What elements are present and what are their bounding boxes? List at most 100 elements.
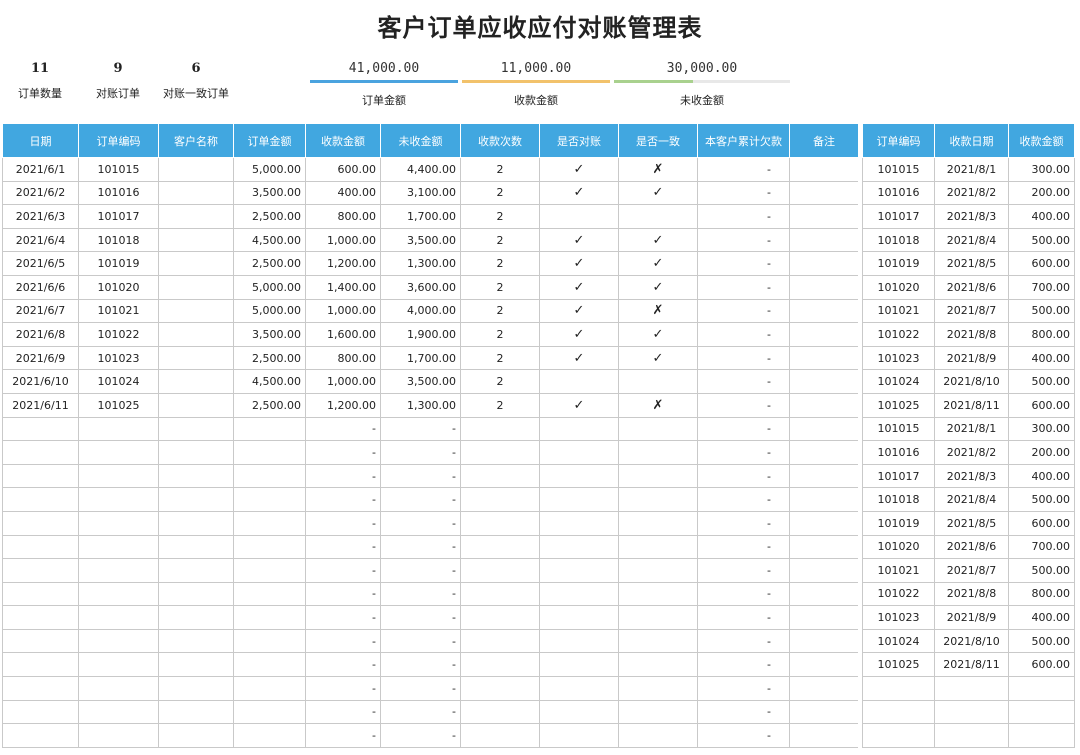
- cell-reconciled[interactable]: [539, 487, 619, 512]
- cell-remark[interactable]: [789, 369, 859, 394]
- cell-order-code[interactable]: 101024: [862, 628, 935, 654]
- cell-payment-amount[interactable]: 400.00: [1008, 204, 1075, 229]
- cell-date[interactable]: [2, 510, 79, 536]
- cell-reconciled[interactable]: ✓: [539, 227, 619, 253]
- cell-payment-count[interactable]: 2: [460, 157, 540, 182]
- cell-payment-amount[interactable]: 300.00: [1008, 416, 1075, 442]
- cell-remark[interactable]: [789, 298, 859, 324]
- cell-received[interactable]: -: [305, 652, 381, 678]
- cell-order-code[interactable]: [78, 723, 159, 748]
- cell-order-amount[interactable]: [233, 558, 306, 583]
- cell-reconciled[interactable]: [539, 628, 619, 654]
- cell-remark[interactable]: [789, 392, 859, 418]
- cell-cumulative-debt[interactable]: -: [697, 510, 790, 536]
- cell-unreceived[interactable]: -: [380, 723, 461, 748]
- cell-cumulative-debt[interactable]: -: [697, 345, 790, 371]
- cell-remark[interactable]: [789, 227, 859, 253]
- cell-consistent[interactable]: [618, 534, 698, 560]
- cell-order-amount[interactable]: [233, 487, 306, 512]
- cell-customer[interactable]: [158, 298, 234, 324]
- cell-cumulative-debt[interactable]: -: [697, 157, 790, 182]
- cell-date[interactable]: 2021/6/5: [2, 251, 79, 276]
- cell-payment-date[interactable]: 2021/8/1: [934, 416, 1009, 442]
- cell-payment-amount[interactable]: 500.00: [1008, 369, 1075, 394]
- cell-customer[interactable]: [158, 251, 234, 276]
- cell-reconciled[interactable]: ✓: [539, 251, 619, 276]
- cell-payment-count[interactable]: [460, 463, 540, 489]
- cell-received[interactable]: 1,200.00: [305, 251, 381, 276]
- cell-payment-count[interactable]: 2: [460, 274, 540, 300]
- cell-payment-amount[interactable]: 400.00: [1008, 605, 1075, 630]
- cell-order-code[interactable]: 101015: [862, 416, 935, 442]
- cell-cumulative-debt[interactable]: -: [697, 652, 790, 678]
- cell-date[interactable]: [2, 605, 79, 630]
- cell-order-amount[interactable]: [233, 628, 306, 654]
- cell-customer[interactable]: [158, 581, 234, 607]
- cell-order-amount[interactable]: [233, 605, 306, 630]
- cell-payment-amount[interactable]: 700.00: [1008, 534, 1075, 560]
- cell-customer[interactable]: [158, 510, 234, 536]
- cell-date[interactable]: [2, 723, 79, 748]
- cell-payment-amount[interactable]: [1008, 723, 1075, 748]
- cell-order-amount[interactable]: 3,500.00: [233, 322, 306, 347]
- cell-payment-amount[interactable]: 700.00: [1008, 274, 1075, 300]
- cell-customer[interactable]: [158, 676, 234, 701]
- cell-customer[interactable]: [158, 416, 234, 442]
- cell-remark[interactable]: [789, 723, 859, 748]
- cell-payment-amount[interactable]: 200.00: [1008, 180, 1075, 206]
- cell-date[interactable]: 2021/6/2: [2, 180, 79, 206]
- cell-payment-date[interactable]: 2021/8/5: [934, 510, 1009, 536]
- cell-remark[interactable]: [789, 251, 859, 276]
- cell-payment-amount[interactable]: 400.00: [1008, 345, 1075, 371]
- cell-consistent[interactable]: ✗: [618, 298, 698, 324]
- cell-order-amount[interactable]: [233, 652, 306, 678]
- cell-payment-count[interactable]: [460, 652, 540, 678]
- cell-customer[interactable]: [158, 345, 234, 371]
- cell-order-code[interactable]: 101023: [862, 605, 935, 630]
- cell-date[interactable]: [2, 558, 79, 583]
- cell-consistent[interactable]: ✓: [618, 322, 698, 347]
- cell-order-amount[interactable]: 4,500.00: [233, 369, 306, 394]
- cell-received[interactable]: -: [305, 605, 381, 630]
- cell-payment-date[interactable]: 2021/8/8: [934, 581, 1009, 607]
- cell-reconciled[interactable]: [539, 676, 619, 701]
- cell-customer[interactable]: [158, 392, 234, 418]
- cell-remark[interactable]: [789, 652, 859, 678]
- cell-payment-amount[interactable]: 500.00: [1008, 227, 1075, 253]
- cell-received[interactable]: -: [305, 510, 381, 536]
- cell-customer[interactable]: [158, 157, 234, 182]
- cell-order-code[interactable]: 101017: [862, 204, 935, 229]
- cell-unreceived[interactable]: -: [380, 652, 461, 678]
- cell-order-amount[interactable]: [233, 510, 306, 536]
- cell-consistent[interactable]: [618, 558, 698, 583]
- cell-order-code[interactable]: 101016: [78, 180, 159, 206]
- cell-order-code[interactable]: 101018: [862, 227, 935, 253]
- cell-reconciled[interactable]: [539, 605, 619, 630]
- cell-payment-amount[interactable]: 400.00: [1008, 463, 1075, 489]
- cell-order-code[interactable]: 101021: [862, 558, 935, 583]
- cell-cumulative-debt[interactable]: -: [697, 534, 790, 560]
- cell-customer[interactable]: [158, 558, 234, 583]
- cell-consistent[interactable]: ✓: [618, 345, 698, 371]
- cell-cumulative-debt[interactable]: -: [697, 581, 790, 607]
- cell-payment-date[interactable]: 2021/8/11: [934, 652, 1009, 678]
- cell-payment-date[interactable]: [934, 676, 1009, 701]
- cell-payment-date[interactable]: 2021/8/3: [934, 204, 1009, 229]
- cell-customer[interactable]: [158, 204, 234, 229]
- cell-remark[interactable]: [789, 699, 859, 725]
- cell-order-amount[interactable]: 2,500.00: [233, 345, 306, 371]
- cell-consistent[interactable]: [618, 487, 698, 512]
- cell-date[interactable]: [2, 628, 79, 654]
- cell-unreceived[interactable]: -: [380, 558, 461, 583]
- cell-payment-date[interactable]: 2021/8/9: [934, 605, 1009, 630]
- cell-order-code[interactable]: 101022: [78, 322, 159, 347]
- cell-cumulative-debt[interactable]: -: [697, 605, 790, 630]
- cell-payment-amount[interactable]: 800.00: [1008, 581, 1075, 607]
- cell-payment-count[interactable]: 2: [460, 298, 540, 324]
- cell-payment-amount[interactable]: 300.00: [1008, 157, 1075, 182]
- cell-payment-amount[interactable]: 600.00: [1008, 510, 1075, 536]
- cell-customer[interactable]: [158, 534, 234, 560]
- cell-consistent[interactable]: [618, 416, 698, 442]
- cell-consistent[interactable]: [618, 605, 698, 630]
- cell-reconciled[interactable]: ✓: [539, 345, 619, 371]
